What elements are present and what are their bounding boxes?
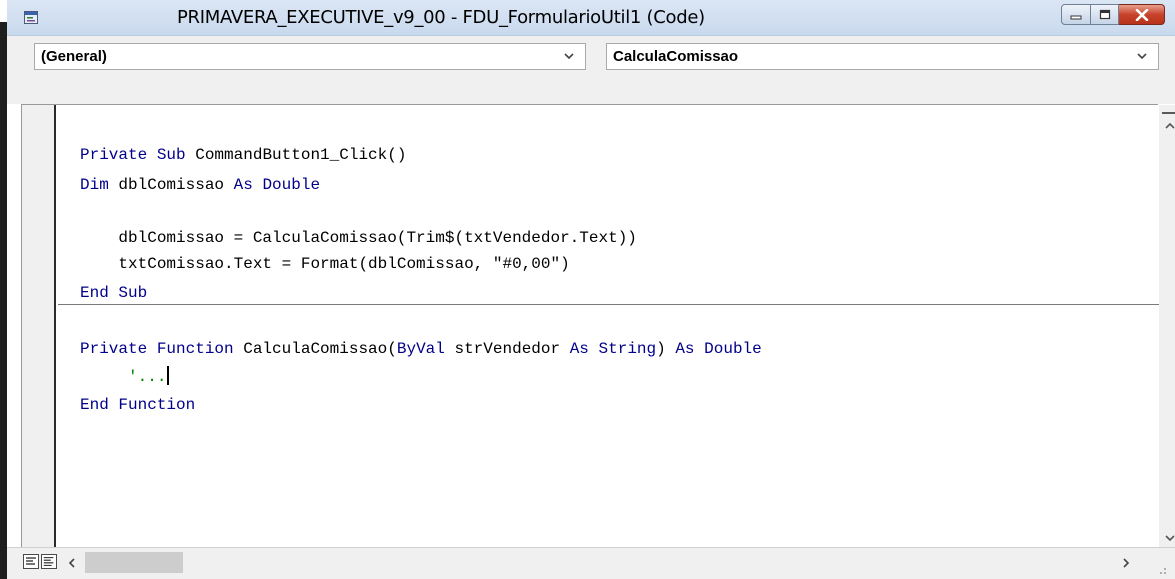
procedure-separator (58, 304, 1161, 305)
keyword: Private Function (80, 340, 234, 358)
code-line: Private Function CalculaComissao(ByVal s… (80, 338, 762, 360)
resize-grip-icon[interactable] (1155, 563, 1167, 575)
window-edge (0, 0, 7, 579)
chevron-down-icon (564, 53, 574, 60)
full-module-view-icon[interactable] (41, 554, 57, 569)
code-line: Dim dblComissao As Double (80, 174, 320, 196)
app-icon[interactable] (24, 11, 38, 24)
code-line: End Sub (80, 282, 147, 304)
chevron-down-icon[interactable] (1164, 533, 1175, 543)
vertical-scrollbar[interactable] (1159, 105, 1175, 548)
code-text: dblComissao (108, 176, 234, 194)
horizontal-scroll-thumb[interactable] (85, 552, 183, 573)
chevron-right-icon[interactable] (1121, 557, 1131, 569)
caption-buttons (1061, 4, 1165, 28)
text-caret (167, 366, 170, 385)
object-dropdown[interactable]: (General) (34, 43, 586, 70)
keyword: Private Sub (80, 146, 186, 164)
object-dropdown-value: (General) (41, 48, 107, 65)
code-line: Private Sub CommandButton1_Click() (80, 144, 406, 166)
keyword: ByVal (396, 340, 445, 358)
keyword: End Function (80, 396, 196, 414)
keyword: End Sub (80, 284, 148, 302)
keyword: As String (569, 340, 657, 358)
combo-bar: (General) CalculaComissao (7, 36, 1175, 104)
chevron-left-icon[interactable] (67, 557, 77, 569)
procedure-dropdown-value: CalculaComissao (613, 48, 739, 65)
keyword: As Double (233, 176, 321, 194)
maximize-icon (1099, 9, 1110, 20)
code-text: strVendedor (444, 340, 570, 358)
code-pane: Private Sub CommandButton1_Click() Dim d… (21, 104, 1175, 548)
code-line: dblComissao = CalculaComissao(Trim$(txtV… (80, 229, 637, 247)
chevron-up-icon[interactable] (1164, 121, 1175, 131)
keyword: As Double (675, 340, 762, 358)
code-editor[interactable]: Private Sub CommandButton1_Click() Dim d… (58, 105, 1161, 547)
window-title: PRIMAVERA_EXECUTIVE_v9_00 - FDU_Formular… (177, 7, 705, 28)
procedure-view-icon[interactable] (23, 554, 39, 569)
code-line: txtComissao.Text = Format(dblComissao, "… (80, 255, 570, 273)
code-line: '... (80, 366, 170, 388)
maximize-button[interactable] (1091, 4, 1119, 25)
chevron-down-icon (1137, 53, 1147, 60)
code-line: End Function (80, 394, 195, 416)
bottom-bar (7, 547, 1175, 579)
minimize-icon (1070, 15, 1082, 19)
code-text: CalculaComissao( (233, 340, 397, 358)
split-bar[interactable] (1162, 107, 1175, 114)
margin-indicator-bar[interactable] (22, 105, 56, 547)
keyword: Dim (80, 176, 109, 194)
code-text: ) (656, 340, 676, 358)
procedure-dropdown[interactable]: CalculaComissao (606, 43, 1159, 70)
close-button[interactable] (1119, 4, 1165, 25)
title-bar[interactable]: PRIMAVERA_EXECUTIVE_v9_00 - FDU_Formular… (7, 0, 1175, 36)
comment: '... (128, 368, 167, 386)
close-icon (1135, 8, 1148, 21)
minimize-button[interactable] (1061, 4, 1091, 25)
code-text: CommandButton1_Click() (185, 146, 407, 164)
